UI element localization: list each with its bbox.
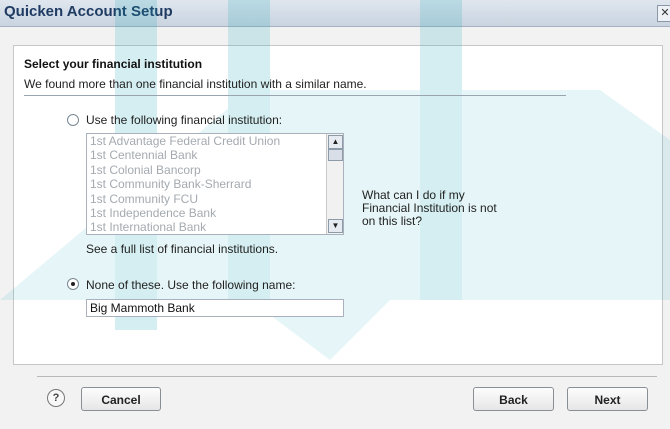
list-item[interactable]: 1st Community FCU bbox=[87, 192, 343, 206]
radio-use-institution-label[interactable]: Use the following financial institution: bbox=[86, 113, 282, 127]
window-title: Quicken Account Setup bbox=[4, 3, 173, 20]
section-heading: Select your financial institution bbox=[24, 57, 203, 71]
radio-use-institution[interactable] bbox=[67, 114, 79, 126]
next-button[interactable]: Next bbox=[567, 387, 648, 411]
divider bbox=[24, 95, 566, 96]
list-item[interactable]: 1st International Bank bbox=[87, 220, 343, 234]
close-icon[interactable]: ✕ bbox=[657, 5, 670, 22]
institution-name-input[interactable] bbox=[86, 299, 344, 317]
list-item[interactable]: 1st Community Bank-Sherrard bbox=[87, 177, 343, 191]
list-item[interactable]: 1st Independence Bank bbox=[87, 206, 343, 220]
full-list-link[interactable]: See a full list of financial institution… bbox=[86, 242, 278, 256]
radio-use-name-label[interactable]: None of these. Use the following name: bbox=[86, 278, 295, 292]
list-item[interactable]: 1st Advantage Federal Credit Union bbox=[87, 134, 343, 148]
list-scrollbar[interactable]: ▲ ▼ bbox=[326, 134, 343, 234]
cancel-button[interactable]: Cancel bbox=[81, 387, 161, 411]
list-item[interactable]: 1st Centennial Bank bbox=[87, 148, 343, 162]
scroll-down-icon[interactable]: ▼ bbox=[328, 219, 343, 233]
title-bar: Quicken Account Setup ✕ bbox=[0, 0, 670, 27]
radio-use-name[interactable] bbox=[67, 278, 79, 290]
help-not-on-list-link[interactable]: What can I do if my Financial Institutio… bbox=[362, 189, 512, 228]
institution-listbox[interactable]: 1st Advantage Federal Credit Union 1st C… bbox=[86, 133, 344, 235]
footer-divider bbox=[37, 376, 657, 377]
scroll-up-icon[interactable]: ▲ bbox=[328, 135, 343, 149]
section-subtext: We found more than one financial institu… bbox=[24, 77, 367, 91]
help-icon[interactable]: ? bbox=[47, 389, 65, 407]
list-item[interactable]: 1st Colonial Bancorp bbox=[87, 163, 343, 177]
back-button[interactable]: Back bbox=[473, 387, 554, 411]
scroll-thumb[interactable] bbox=[328, 149, 343, 161]
